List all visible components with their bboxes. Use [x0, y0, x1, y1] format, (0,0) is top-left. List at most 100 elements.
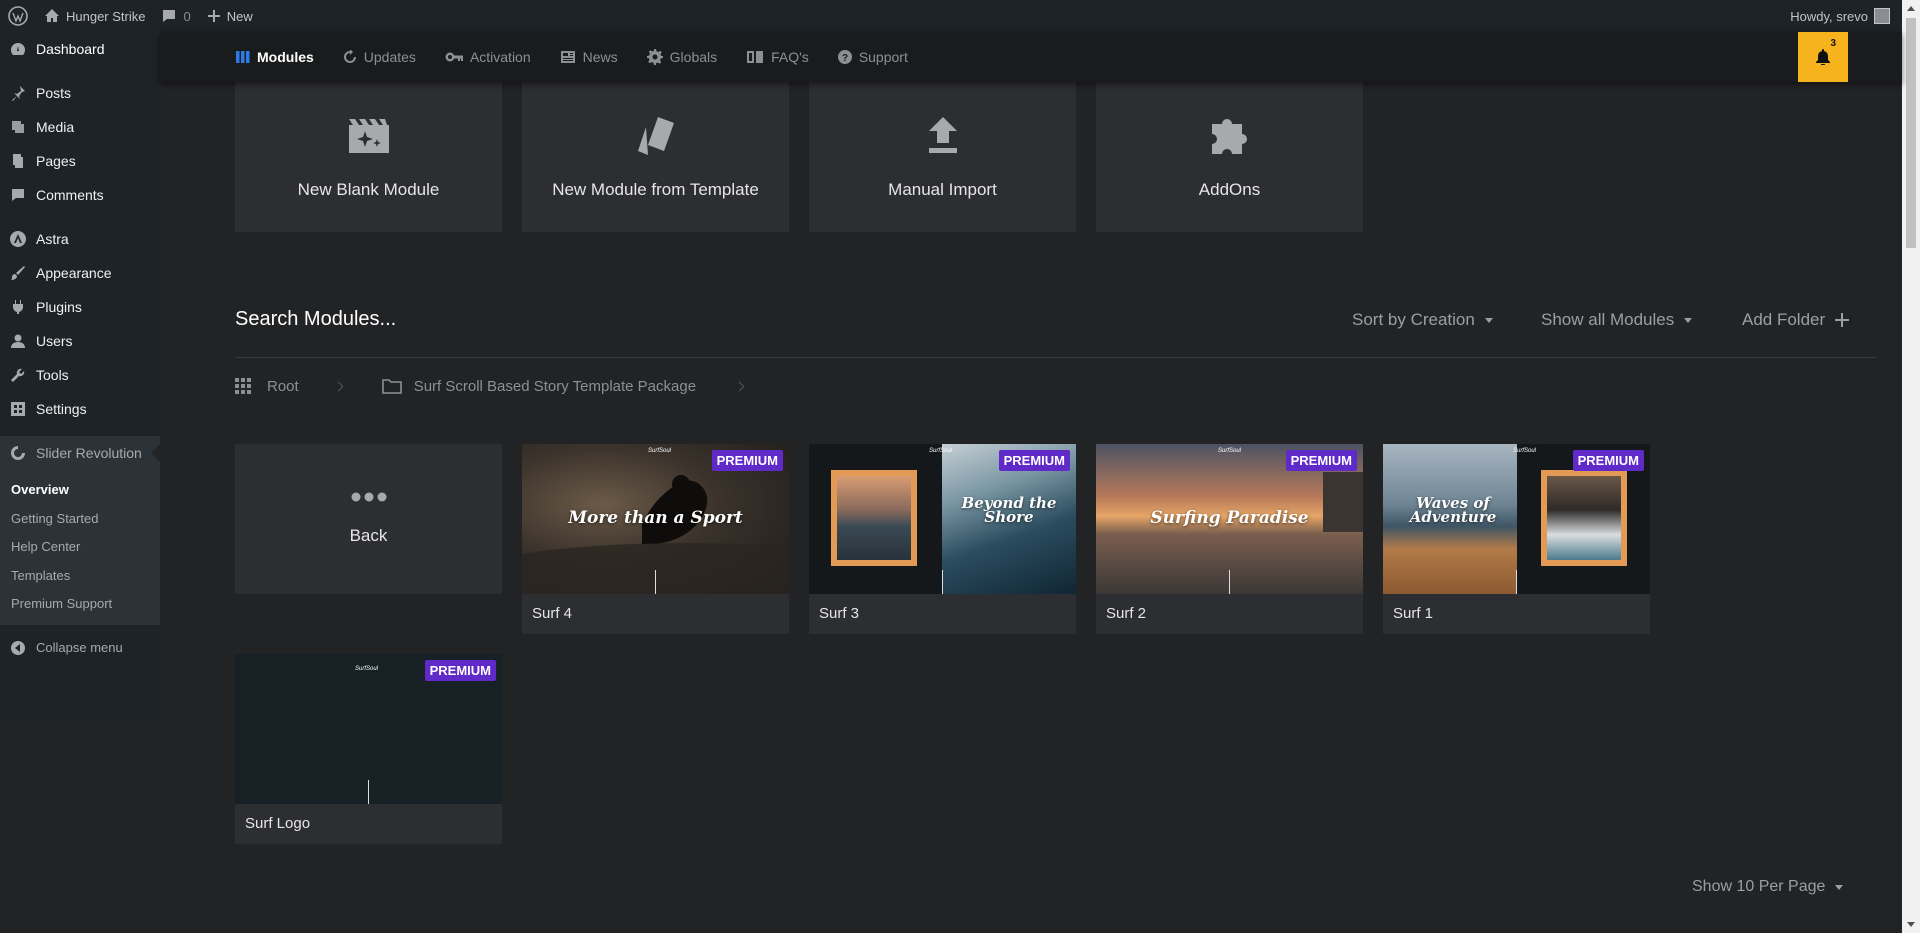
scrollbar-thumb[interactable] [1906, 18, 1916, 248]
chevron-right-icon [333, 381, 344, 391]
breadcrumb-root[interactable]: Root [267, 378, 299, 395]
module-card-surf-3[interactable]: SurfSoul Beyond the Shore PREMIUM Surf 3 [809, 444, 1076, 634]
caret-down-icon [1484, 317, 1493, 323]
add-folder-button[interactable]: Add Folder [1742, 310, 1850, 330]
wrench-icon [9, 366, 27, 384]
notification-count: 3 [1830, 38, 1836, 49]
astra-icon [9, 230, 27, 248]
sidebar-item-tools[interactable]: Tools [0, 358, 160, 392]
tab-label: News [582, 49, 618, 65]
paintbrush-icon [9, 264, 27, 282]
tab-support[interactable]: ? Support [837, 49, 908, 65]
my-account[interactable]: Howdy, srevo [1790, 8, 1902, 24]
thumb-logo: SurfSoul [1218, 448, 1242, 454]
tab-label: Activation [469, 49, 531, 65]
addons-tile[interactable]: AddOns [1096, 82, 1363, 232]
sidebar-item-settings[interactable]: Settings [0, 392, 160, 426]
comments-icon [9, 186, 27, 204]
slider-revolution-icon [9, 444, 27, 462]
module-card-surf-1[interactable]: SurfSoul Waves of Adventure PREMIUM Surf… [1383, 444, 1650, 634]
tab-faqs[interactable]: FAQ's [746, 49, 809, 65]
sidebar-item-astra[interactable]: Astra [0, 222, 160, 256]
site-name: Hunger Strike [66, 8, 146, 24]
module-card-surf-logo[interactable]: SurfSoul PREMIUM Surf Logo [235, 654, 502, 844]
sidebar-label: Slider Revolution [36, 445, 142, 461]
tab-label: FAQ's [771, 49, 809, 65]
sidebar-item-pages[interactable]: Pages [0, 144, 160, 178]
add-folder-label: Add Folder [1742, 310, 1826, 329]
premium-badge: PREMIUM [424, 660, 496, 681]
scroll-indicator [942, 570, 943, 594]
submenu-help-center[interactable]: Help Center [0, 533, 160, 562]
scroll-up-icon[interactable] [1907, 6, 1915, 11]
sidebar-item-posts[interactable]: Posts [0, 76, 160, 110]
tab-updates[interactable]: Updates [343, 49, 416, 65]
site-name-link[interactable]: Hunger Strike [36, 0, 153, 32]
sidebar-label: Plugins [36, 299, 82, 315]
tab-label: Globals [669, 49, 718, 65]
caret-down-icon [1835, 884, 1844, 890]
new-content-button[interactable]: New [199, 0, 261, 32]
new-module-from-template-tile[interactable]: New Module from Template [522, 82, 789, 232]
sidebar-item-media[interactable]: Media [0, 110, 160, 144]
more-dots-icon [351, 492, 386, 502]
manual-import-tile[interactable]: Manual Import [809, 82, 1076, 232]
breadcrumb-folder[interactable]: Surf Scroll Based Story Template Package [414, 378, 696, 395]
back-card[interactable]: Back [235, 444, 502, 594]
tab-activation[interactable]: Activation [445, 49, 531, 65]
puzzle-icon [1208, 116, 1252, 156]
sidebar-item-slider-revolution[interactable]: Slider Revolution [0, 436, 160, 470]
search-modules-input[interactable]: Search Modules... [235, 308, 396, 331]
photo-frame [831, 470, 917, 566]
scroll-down-icon[interactable] [1907, 922, 1915, 927]
sidebar-item-appearance[interactable]: Appearance [0, 256, 160, 290]
sidebar-label: Posts [36, 85, 72, 101]
new-label: New [226, 8, 253, 24]
module-thumbnail: SurfSoul PREMIUM [235, 654, 502, 804]
howdy-text: Howdy, srevo [1790, 8, 1868, 24]
sidebar-item-comments[interactable]: Comments [0, 178, 160, 212]
tab-label: Modules [257, 49, 314, 65]
sort-label: Sort by Creation [1352, 310, 1475, 329]
tab-news[interactable]: News [560, 49, 618, 65]
clapperboard-sparkle-icon [347, 116, 391, 156]
filter-dropdown[interactable]: Show all Modules [1541, 310, 1693, 330]
tab-globals[interactable]: Globals [646, 49, 718, 65]
comments-link[interactable]: 0 [153, 0, 198, 32]
newspaper-icon [560, 51, 575, 63]
plus-icon [1835, 313, 1850, 327]
thumb-title: More than a Sport [568, 508, 743, 528]
module-card-surf-2[interactable]: SurfSoul Surfing Paradise PREMIUM Surf 2 [1096, 444, 1363, 634]
comments-count: 0 [183, 8, 191, 24]
submenu-getting-started[interactable]: Getting Started [0, 505, 160, 534]
key-icon [445, 52, 463, 62]
per-page-dropdown[interactable]: Show 10 Per Page [1692, 878, 1844, 896]
thumb-title: Waves of Adventure [1409, 494, 1497, 526]
collapse-menu-button[interactable]: Collapse menu [0, 631, 160, 665]
wp-logo-button[interactable] [0, 0, 36, 32]
submenu-templates[interactable]: Templates [0, 562, 160, 591]
grid-icon [235, 378, 251, 394]
page-scrollbar[interactable] [1902, 0, 1920, 933]
scroll-indicator [655, 570, 656, 594]
notifications-button[interactable]: 3 [1798, 32, 1848, 82]
tile-label: New Blank Module [297, 180, 440, 199]
module-thumbnail: SurfSoul More than a Sport PREMIUM [522, 444, 789, 594]
sidebar-item-dashboard[interactable]: Dashboard [0, 32, 160, 66]
home-icon [45, 9, 59, 22]
sort-dropdown[interactable]: Sort by Creation [1352, 310, 1493, 330]
current-menu-arrow [151, 444, 160, 462]
sidebar-item-users[interactable]: Users [0, 324, 160, 358]
avatar [1874, 8, 1890, 24]
tab-modules[interactable]: Modules [236, 49, 314, 65]
upload-icon [927, 116, 959, 156]
new-blank-module-tile[interactable]: New Blank Module [235, 82, 502, 232]
refresh-icon [343, 50, 356, 63]
settings-icon [9, 400, 27, 418]
tab-label: Updates [363, 49, 416, 65]
submenu-overview[interactable]: Overview [0, 476, 160, 505]
module-card-surf-4[interactable]: SurfSoul More than a Sport PREMIUM Surf … [522, 444, 789, 634]
module-thumbnail: SurfSoul Beyond the Shore PREMIUM [809, 444, 1076, 594]
sidebar-item-plugins[interactable]: Plugins [0, 290, 160, 324]
submenu-premium-support[interactable]: Premium Support [0, 590, 160, 619]
